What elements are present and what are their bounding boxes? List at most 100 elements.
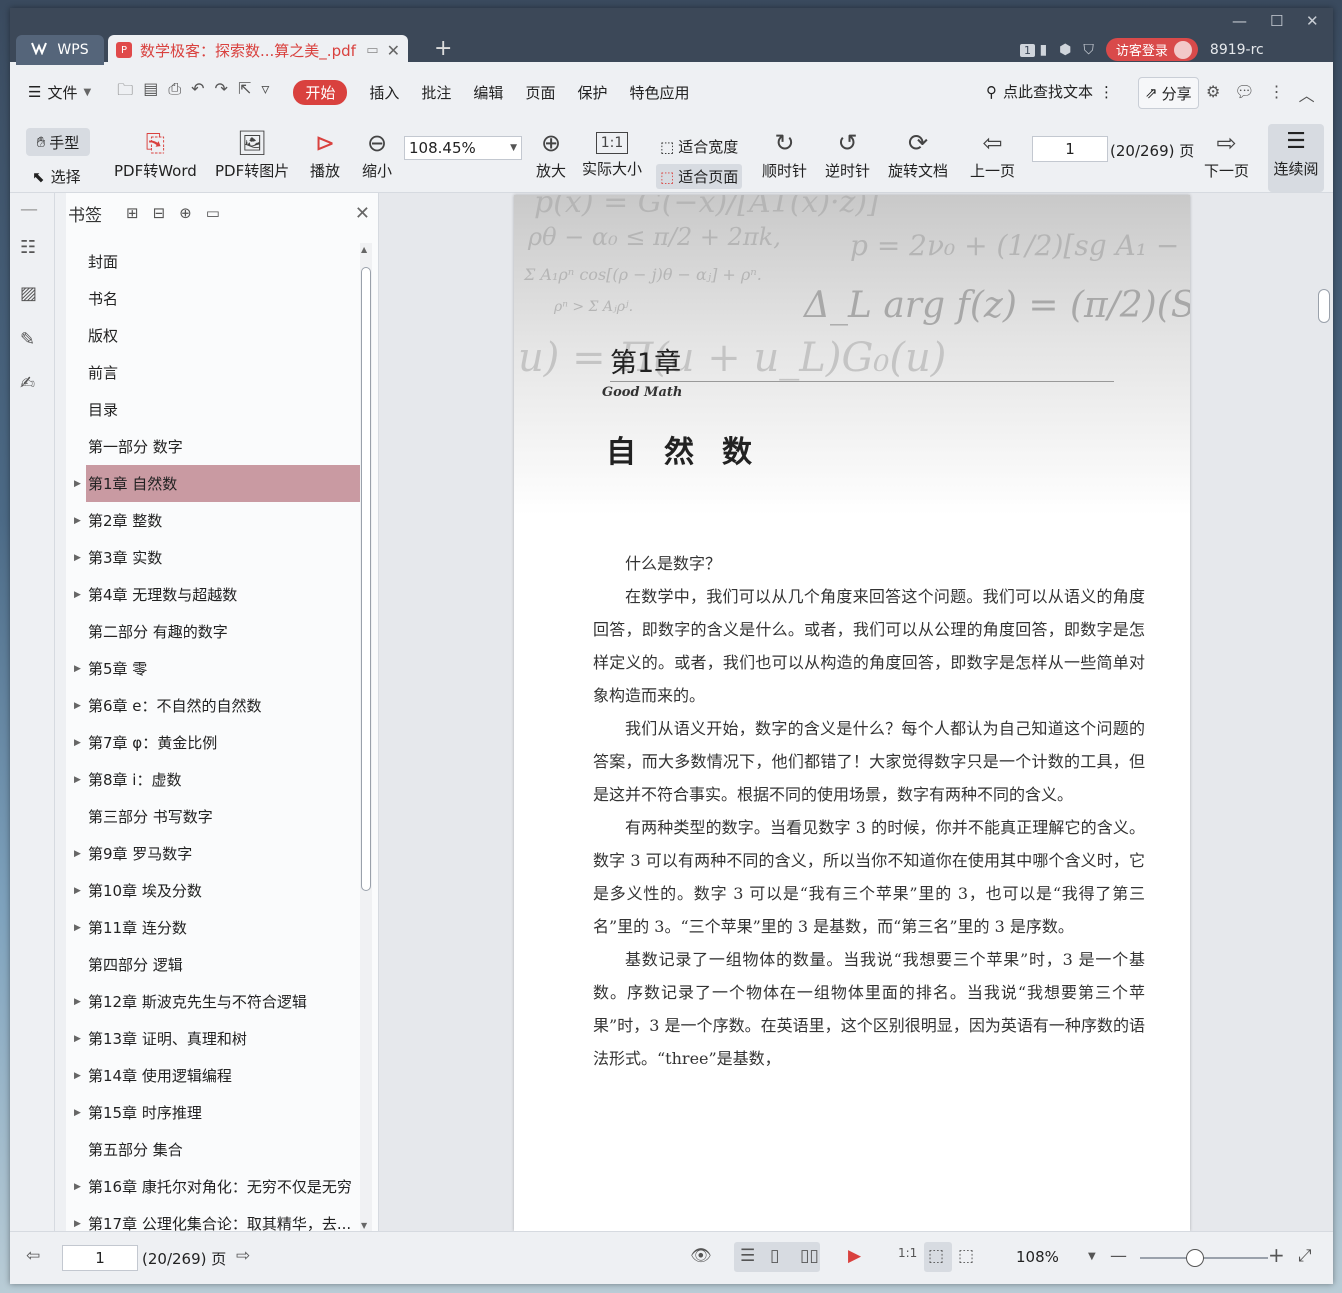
next-page-button[interactable]: ⇨ 下一页 — [1204, 126, 1249, 181]
collapse-ribbon-icon[interactable]: ︿ — [1299, 82, 1315, 106]
bookmark-item[interactable]: ▶ 第11章 连分数 — [66, 909, 358, 946]
collapse-all-icon[interactable]: ⊟ — [153, 204, 166, 222]
document-scrollbar[interactable] — [1317, 193, 1331, 1232]
bookmark-scrollbar[interactable]: ▲ ▼ — [360, 243, 372, 1232]
annotations-icon[interactable]: ✎ — [20, 329, 35, 350]
expand-caret-icon[interactable]: ▶ — [74, 775, 81, 785]
expand-caret-icon[interactable]: ▶ — [74, 1034, 81, 1044]
bookmark-item[interactable]: ▶ 第5章 零 — [66, 650, 358, 687]
expand-caret-icon[interactable]: ▶ — [74, 516, 81, 526]
rotate-document-button[interactable]: ⟳ 旋转文档 — [888, 126, 948, 181]
close-tab-icon[interactable]: ✕ — [387, 41, 400, 60]
bookmark-item[interactable]: ▶ 第16章 康托尔对角化：无穷不仅是无穷 — [66, 1168, 358, 1205]
bookmark-item[interactable]: ▶ 第13章 证明、真理和树 — [66, 1020, 358, 1057]
play-button[interactable]: ⊳ 播放 — [310, 126, 340, 181]
continuous-reading-button[interactable]: ☰ 连续阅 — [1268, 124, 1324, 192]
bookmark-item[interactable]: 目录 — [66, 391, 358, 428]
save-icon[interactable]: ▤ — [143, 79, 158, 106]
expand-caret-icon[interactable]: ▶ — [74, 849, 81, 859]
zoom-slider[interactable] — [1140, 1257, 1268, 1259]
bookmark-item[interactable]: ▶ 第12章 斯波克先生与不符合逻辑 — [66, 983, 358, 1020]
previous-page-button[interactable]: ⇦ 上一页 — [970, 126, 1015, 181]
zoom-out-button[interactable]: ⊖ 缩小 — [362, 126, 392, 181]
bookmark-item[interactable]: ▶ 第15章 时序推理 — [66, 1094, 358, 1131]
signature-icon[interactable]: ✍︎ — [20, 373, 35, 394]
login-button[interactable]: 访客登录 — [1105, 38, 1198, 61]
expand-all-icon[interactable]: ⊞ — [126, 204, 139, 222]
bookmark-item[interactable]: 第一部分 数字 — [66, 428, 358, 465]
open-folder-icon[interactable]: 🗀 — [117, 79, 133, 106]
bookmark-item[interactable]: ▶ 第7章 φ：黄金比例 — [66, 724, 358, 761]
continuous-view-icon[interactable]: ☰ — [740, 1246, 755, 1266]
zoom-in-button[interactable]: ⊕ 放大 — [536, 126, 566, 181]
tab-protect[interactable]: 保护 — [577, 82, 607, 103]
zoom-out-status-icon[interactable]: — — [1110, 1246, 1127, 1266]
play-slideshow-icon[interactable]: ▶ — [848, 1246, 861, 1266]
bookmark-item[interactable]: 第四部分 逻辑 — [66, 946, 358, 983]
rotate-counterclockwise-button[interactable]: ↺ 逆时针 — [825, 126, 870, 181]
comment-icon[interactable]: 💬︎ — [1234, 82, 1254, 106]
expand-caret-icon[interactable]: ▶ — [74, 590, 81, 600]
hand-tool-button[interactable]: ✋︎ 手型 — [26, 128, 90, 156]
bookmark-item[interactable]: ▶ 第10章 埃及分数 — [66, 872, 358, 909]
export-icon[interactable]: ⇱ — [238, 79, 251, 106]
scroll-down-icon[interactable]: ▼ — [361, 1221, 367, 1230]
undo-icon[interactable]: ↶ — [191, 79, 204, 106]
more-icon[interactable]: ⋮ — [1269, 82, 1285, 106]
find-text[interactable]: ⚲ 点此查找文本 ⋮ — [986, 81, 1114, 102]
new-tab-button[interactable]: + — [434, 36, 452, 61]
shirt-icon[interactable]: ⛉ — [1083, 42, 1094, 58]
expand-caret-icon[interactable]: ▶ — [74, 479, 81, 489]
file-menu[interactable]: ☰ 文件 ▼ — [28, 82, 91, 103]
scroll-up-icon[interactable]: ▲ — [361, 245, 367, 254]
tab-special[interactable]: 特色应用 — [629, 82, 689, 103]
tab-annotate[interactable]: 批注 — [421, 82, 451, 103]
bookmark-item[interactable]: ▶ 第8章 i：虚数 — [66, 761, 358, 798]
bookmark-item[interactable]: 版权 — [66, 317, 358, 354]
status-zoom-value[interactable]: 108% — [1016, 1248, 1059, 1266]
pdf-to-image-button[interactable]: 🖼︎ PDF转图片 — [215, 126, 289, 181]
expand-caret-icon[interactable]: ▶ — [74, 923, 81, 933]
settings-icon[interactable]: ⚙ — [1206, 82, 1220, 106]
two-page-icon[interactable]: ▯▯ — [800, 1246, 819, 1266]
eye-protection-icon[interactable]: 👁︎ — [690, 1246, 712, 1266]
share-button[interactable]: ⇗ 分享 — [1138, 77, 1199, 109]
fullscreen-icon[interactable]: ⤢ — [1298, 1246, 1312, 1266]
zoom-in-status-icon[interactable]: + — [1268, 1243, 1285, 1267]
bookmark-item[interactable]: ▶ 第1章 自然数 — [74, 465, 360, 502]
rotate-clockwise-button[interactable]: ↻ 顺时针 — [762, 126, 807, 181]
thumbnails-icon[interactable]: ▨ — [20, 283, 37, 304]
expand-caret-icon[interactable]: ▶ — [74, 553, 81, 563]
minimize-icon[interactable]: — — [1232, 12, 1247, 30]
status-page-input[interactable]: 1 — [62, 1245, 138, 1271]
print-icon[interactable]: ⎙ — [168, 79, 181, 106]
zoom-dropdown-icon[interactable]: ▼ — [1088, 1251, 1096, 1262]
bookmark-item[interactable]: ▶ 第3章 实数 — [66, 539, 358, 576]
expand-caret-icon[interactable]: ▶ — [74, 738, 81, 748]
select-tool-button[interactable]: ⬉ 选择 — [32, 166, 81, 187]
fit-page-button[interactable]: ⬚ 适合页面 — [656, 164, 743, 189]
outline-icon[interactable]: ☷ — [20, 237, 36, 258]
fit-width-status-icon[interactable]: ⬚ — [958, 1246, 974, 1266]
add-bookmark-icon[interactable]: ⊕ — [179, 204, 192, 222]
expand-caret-icon[interactable]: ▶ — [74, 701, 81, 711]
drag-handle-icon[interactable]: — — [20, 199, 38, 220]
bookmark-item[interactable]: 封面 — [66, 243, 358, 280]
tab-insert[interactable]: 插入 — [369, 82, 399, 103]
document-scroll-thumb[interactable] — [1318, 289, 1330, 323]
prev-page-icon[interactable]: ⇦ — [26, 1246, 40, 1266]
pdf-to-word-button[interactable]: ⎘ PDF转Word — [114, 126, 197, 181]
tab-edit[interactable]: 编辑 — [473, 82, 503, 103]
expand-caret-icon[interactable]: ▶ — [74, 1182, 81, 1192]
more-dropdown-icon[interactable]: ▿ — [261, 79, 269, 106]
redo-icon[interactable]: ↷ — [215, 79, 228, 106]
skin-icon[interactable]: ⬢ — [1059, 42, 1071, 58]
page-number-input[interactable]: 1 — [1032, 136, 1108, 162]
tab-wps-home[interactable]: WPS — [16, 35, 104, 65]
expand-caret-icon[interactable]: ▶ — [74, 886, 81, 896]
scroll-thumb[interactable] — [361, 267, 371, 891]
close-window-icon[interactable]: ✕ — [1306, 12, 1319, 30]
bookmark-item[interactable]: 第二部分 有趣的数字 — [66, 613, 358, 650]
tab-start[interactable]: 开始 — [293, 79, 348, 105]
single-page-icon[interactable]: ▯ — [770, 1246, 779, 1266]
